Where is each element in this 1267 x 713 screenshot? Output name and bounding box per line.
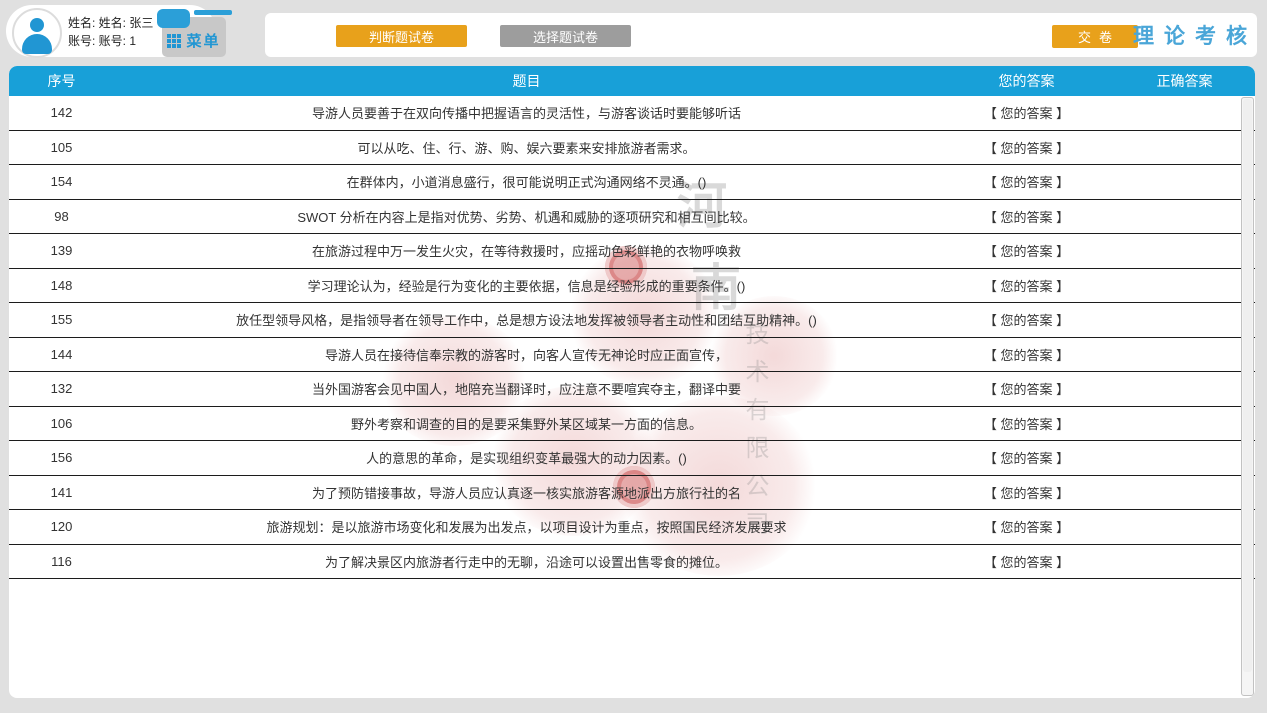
row-question: SWOT 分析在内容上是指对优势、劣势、机遇和威胁的逐项研究和相互间比较。 [114, 200, 939, 234]
row-correct-answer [1114, 303, 1255, 337]
user-avatar [12, 8, 62, 58]
header-correct-answer: 正确答案 [1114, 66, 1255, 96]
row-index: 139 [9, 234, 114, 268]
row-correct-answer [1114, 131, 1255, 165]
header-your-answer: 您的答案 [939, 66, 1114, 96]
row-index: 120 [9, 510, 114, 544]
judge-paper-button[interactable]: 判断题试卷 [336, 25, 467, 47]
row-question: 为了预防错接事故，导游人员应认真逐一核实旅游客源地派出方旅行社的名 [114, 476, 939, 510]
table-row[interactable]: 132当外国游客会见中国人，地陪充当翻译时，应注意不要喧宾夺主，翻译中要【 您的… [9, 372, 1255, 407]
row-correct-answer [1114, 165, 1255, 199]
row-correct-answer [1114, 338, 1255, 372]
avatar-person-icon-body [22, 34, 52, 54]
row-question: 在群体内，小道消息盛行，很可能说明正式沟通网络不灵通。() [114, 165, 939, 199]
header-question: 题目 [114, 66, 939, 96]
row-correct-answer [1114, 96, 1255, 130]
row-index: 154 [9, 165, 114, 199]
table-row[interactable]: 105可以从吃、住、行、游、购、娱六要素来安排旅游者需求。【 您的答案 】 [9, 131, 1255, 166]
choice-paper-button[interactable]: 选择题试卷 [500, 25, 631, 47]
user-account-line: 账号: 账号: 1 [68, 32, 153, 50]
row-correct-answer [1114, 510, 1255, 544]
row-correct-answer [1114, 441, 1255, 475]
header-index: 序号 [9, 66, 114, 96]
row-your-answer[interactable]: 【 您的答案 】 [939, 131, 1114, 165]
table-row[interactable]: 116为了解决景区内旅游者行走中的无聊，沿途可以设置出售零食的摊位。【 您的答案… [9, 545, 1255, 580]
table-body: 142导游人员要善于在双向传播中把握语言的灵活性，与游客谈话时要能够听话【 您的… [9, 96, 1255, 579]
exam-page: 姓名: 姓名: 张三 账号: 账号: 1 菜单 判断题试卷 选择题试卷 交卷 理… [0, 0, 1267, 713]
row-your-answer[interactable]: 【 您的答案 】 [939, 96, 1114, 130]
row-question: 学习理论认为，经验是行为变化的主要依据，信息是经验形成的重要条件。() [114, 269, 939, 303]
table-row[interactable]: 141为了预防错接事故，导游人员应认真逐一核实旅游客源地派出方旅行社的名【 您的… [9, 476, 1255, 511]
row-index: 105 [9, 131, 114, 165]
row-correct-answer [1114, 476, 1255, 510]
scrollbar[interactable] [1241, 97, 1254, 696]
row-index: 155 [9, 303, 114, 337]
row-correct-answer [1114, 407, 1255, 441]
scrollbar-thumb[interactable] [1243, 99, 1252, 672]
row-question: 可以从吃、住、行、游、购、娱六要素来安排旅游者需求。 [114, 131, 939, 165]
row-your-answer[interactable]: 【 您的答案 】 [939, 303, 1114, 337]
row-your-answer[interactable]: 【 您的答案 】 [939, 510, 1114, 544]
menu-label: 菜单 [186, 30, 220, 51]
table-row[interactable]: 156人的意思的革命，是实现组织变革最强大的动力因素。()【 您的答案 】 [9, 441, 1255, 476]
row-question: 导游人员在接待信奉宗教的游客时，向客人宣传无神论时应正面宣传， [114, 338, 939, 372]
row-question: 在旅游过程中万一发生火灾，在等待救援时，应摇动色彩鲜艳的衣物呼唤救 [114, 234, 939, 268]
menu-bar-shape [194, 10, 232, 15]
table-row[interactable]: 120旅游规划：是以旅游市场变化和发展为出发点，以项目设计为重点，按照国民经济发… [9, 510, 1255, 545]
table-row[interactable]: 106野外考察和调查的目的是要采集野外某区域某一方面的信息。【 您的答案 】 [9, 407, 1255, 442]
row-correct-answer [1114, 372, 1255, 406]
row-index: 144 [9, 338, 114, 372]
table-row[interactable]: 148学习理论认为，经验是行为变化的主要依据，信息是经验形成的重要条件。()【 … [9, 269, 1255, 304]
row-index: 98 [9, 200, 114, 234]
row-question: 为了解决景区内旅游者行走中的无聊，沿途可以设置出售零食的摊位。 [114, 545, 939, 579]
table-row[interactable]: 142导游人员要善于在双向传播中把握语言的灵活性，与游客谈话时要能够听话【 您的… [9, 96, 1255, 131]
row-question: 旅游规划：是以旅游市场变化和发展为出发点，以项目设计为重点，按照国民经济发展要求 [114, 510, 939, 544]
row-index: 148 [9, 269, 114, 303]
page-title: 理论考核 [1133, 13, 1257, 57]
row-your-answer[interactable]: 【 您的答案 】 [939, 441, 1114, 475]
row-index: 141 [9, 476, 114, 510]
row-your-answer[interactable]: 【 您的答案 】 [939, 407, 1114, 441]
row-index: 142 [9, 96, 114, 130]
row-index: 106 [9, 407, 114, 441]
grid-menu-icon [167, 34, 171, 38]
row-your-answer[interactable]: 【 您的答案 】 [939, 269, 1114, 303]
row-your-answer[interactable]: 【 您的答案 】 [939, 234, 1114, 268]
table-header: 序号 题目 您的答案 正确答案 [9, 66, 1255, 96]
row-correct-answer [1114, 234, 1255, 268]
table-row[interactable]: 139在旅游过程中万一发生火灾，在等待救援时，应摇动色彩鲜艳的衣物呼唤救【 您的… [9, 234, 1255, 269]
table-row[interactable]: 154在群体内，小道消息盛行，很可能说明正式沟通网络不灵通。()【 您的答案 】 [9, 165, 1255, 200]
row-question: 放任型领导风格，是指领导者在领导工作中，总是想方设法地发挥被领导者主动性和团结互… [114, 303, 939, 337]
toolbar: 判断题试卷 选择题试卷 交卷 理论考核 [265, 13, 1257, 57]
row-question: 人的意思的革命，是实现组织变革最强大的动力因素。() [114, 441, 939, 475]
row-correct-answer [1114, 269, 1255, 303]
row-correct-answer [1114, 200, 1255, 234]
row-question: 导游人员要善于在双向传播中把握语言的灵活性，与游客谈话时要能够听话 [114, 96, 939, 130]
row-your-answer[interactable]: 【 您的答案 】 [939, 338, 1114, 372]
user-name-line: 姓名: 姓名: 张三 [68, 14, 153, 32]
menu-tab-shape [157, 9, 190, 28]
row-question: 当外国游客会见中国人，地陪充当翻译时，应注意不要喧宾夺主，翻译中要 [114, 372, 939, 406]
submit-paper-button[interactable]: 交卷 [1052, 25, 1138, 48]
table-row[interactable]: 144导游人员在接待信奉宗教的游客时，向客人宣传无神论时应正面宣传，【 您的答案… [9, 338, 1255, 373]
user-info-text: 姓名: 姓名: 张三 账号: 账号: 1 [68, 14, 153, 50]
row-your-answer[interactable]: 【 您的答案 】 [939, 165, 1114, 199]
row-correct-answer [1114, 545, 1255, 579]
table-row[interactable]: 155放任型领导风格，是指领导者在领导工作中，总是想方设法地发挥被领导者主动性和… [9, 303, 1255, 338]
row-your-answer[interactable]: 【 您的答案 】 [939, 200, 1114, 234]
row-question: 野外考察和调查的目的是要采集野外某区域某一方面的信息。 [114, 407, 939, 441]
row-your-answer[interactable]: 【 您的答案 】 [939, 372, 1114, 406]
row-your-answer[interactable]: 【 您的答案 】 [939, 476, 1114, 510]
question-table-panel: 河 南 技术有限公司 序号 题目 您的答案 正确答案 142导游人员要善于在双向… [9, 66, 1255, 698]
row-index: 132 [9, 372, 114, 406]
table-row[interactable]: 98SWOT 分析在内容上是指对优势、劣势、机遇和威胁的逐项研究和相互间比较。【… [9, 200, 1255, 235]
row-index: 156 [9, 441, 114, 475]
avatar-person-icon [30, 18, 44, 32]
row-index: 116 [9, 545, 114, 579]
row-your-answer[interactable]: 【 您的答案 】 [939, 545, 1114, 579]
